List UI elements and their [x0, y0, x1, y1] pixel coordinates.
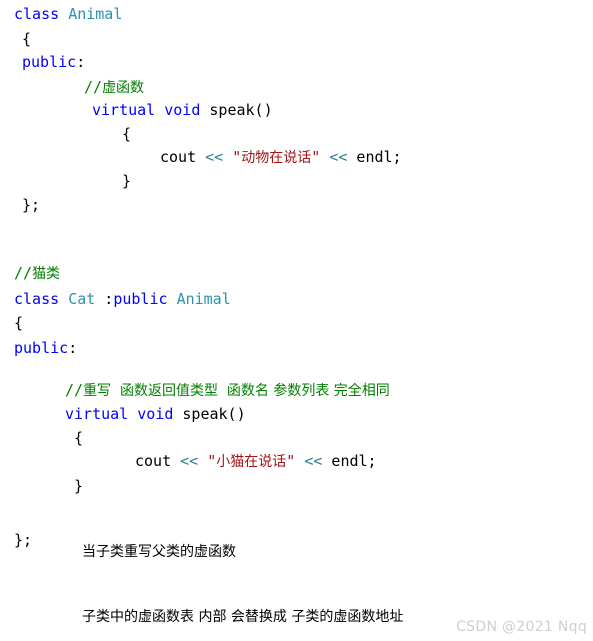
code-token-plain: }	[122, 172, 132, 190]
code-line: virtual void speak()	[0, 405, 246, 423]
code-token-plain: };	[22, 196, 41, 214]
code-token-string: "	[311, 148, 321, 166]
code-token-string: "	[232, 148, 242, 166]
code-token-plain: :	[76, 53, 86, 71]
code-snippet-canvas: class Animal{public://虚函数 virtual void sp…	[0, 0, 593, 641]
code-token-plain: endl;	[322, 452, 377, 470]
code-token-plain: };	[14, 531, 33, 549]
code-token-operator: <<	[304, 452, 323, 470]
code-line: class Animal	[0, 5, 122, 23]
code-line: cout << "小猫在说话" << endl;	[0, 452, 377, 471]
code-token-plain: {	[22, 30, 32, 48]
code-token-operator: <<	[205, 148, 224, 166]
code-token-operator: <<	[180, 452, 199, 470]
code-line: class Cat :public Animal	[0, 290, 231, 308]
code-line: {	[0, 314, 23, 332]
code-token-plain: endl;	[347, 148, 402, 166]
code-line: cout << "动物在说话" << endl;	[0, 148, 402, 167]
code-token-keyword: virtual	[92, 101, 156, 119]
code-token-keyword: public	[113, 290, 168, 308]
code-token-comment-cjk: 虚函数	[102, 80, 145, 96]
code-token-plain: speak()	[173, 405, 246, 423]
code-token-keyword: void	[164, 101, 201, 119]
code-line: {	[0, 30, 31, 48]
code-line: //猫类	[0, 264, 60, 283]
code-token-plain: {	[14, 314, 24, 332]
code-token-plain: cout	[135, 452, 181, 470]
code-line: {	[0, 125, 131, 143]
code-token-keyword: public	[14, 339, 69, 357]
code-token-string-cjk: 动物在说话	[241, 150, 312, 166]
code-token-plain: {	[74, 429, 84, 447]
code-token-string: "	[207, 452, 217, 470]
annotation-text: 当子类重写父类的虚函数	[82, 544, 236, 560]
csdn-watermark: CSDN @2021 Nqq	[456, 619, 587, 635]
code-line: virtual void speak()	[0, 101, 273, 119]
code-token-comment-cjk: 猫类	[32, 266, 61, 282]
code-line: };	[0, 196, 40, 214]
code-token-keyword: void	[137, 405, 174, 423]
code-token-comment-cjk: 重写 函数返回值类型 函数名 参数列表 完全相同	[83, 383, 390, 399]
code-token-keyword: class	[14, 5, 60, 23]
code-token-comment: //	[65, 381, 84, 399]
code-token-keyword: public	[22, 53, 77, 71]
code-token-type: Animal	[176, 290, 231, 308]
code-token-string-cjk: 小猫在说话	[216, 454, 287, 470]
code-token-plain: }	[74, 477, 84, 495]
code-token-keyword: virtual	[65, 405, 129, 423]
code-token-type: Cat	[68, 290, 96, 308]
code-token-plain: :	[68, 339, 78, 357]
code-token-comment: //	[84, 78, 103, 96]
code-line: //虚函数	[0, 78, 144, 97]
code-line: };	[0, 531, 32, 549]
code-token-operator: <<	[329, 148, 348, 166]
code-line: }	[0, 477, 83, 495]
code-token-plain: speak()	[200, 101, 273, 119]
code-token-string: "	[286, 452, 296, 470]
code-line: public:	[0, 53, 85, 71]
code-token-comment: //	[14, 264, 33, 282]
code-line: public:	[0, 339, 77, 357]
code-token-plain: :	[95, 290, 114, 308]
code-token-plain: {	[122, 125, 132, 143]
annotation-text: 子类中的虚函数表 内部 会替换成 子类的虚函数地址	[82, 609, 404, 625]
code-line: {	[0, 429, 83, 447]
code-token-keyword: class	[14, 290, 60, 308]
code-token-type: Animal	[68, 5, 123, 23]
code-token-plain: cout	[160, 148, 206, 166]
code-line: }	[0, 172, 131, 190]
code-line: //重写 函数返回值类型 函数名 参数列表 完全相同	[0, 381, 390, 400]
